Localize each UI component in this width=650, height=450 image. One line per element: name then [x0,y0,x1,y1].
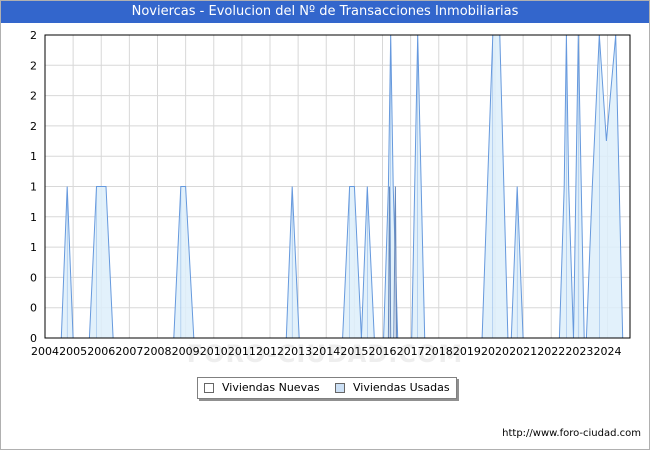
x-tick-label: 2021 [509,345,537,358]
y-tick-label: 1 [30,181,37,194]
x-tick-label: 2005 [59,345,87,358]
footer-url: http://www.foro-ciudad.com [502,428,641,439]
y-tick-label: 2 [30,29,37,42]
x-tick-label: 2006 [87,345,115,358]
x-tick-label: 2017 [397,345,425,358]
x-tick-label: 2012 [256,345,284,358]
y-tick-label: 1 [30,211,37,224]
x-tick-label: 2007 [115,345,143,358]
y-tick-label: 0 [30,271,37,284]
legend-label-usadas: Viviendas Usadas [353,381,450,394]
y-tick-label: 1 [30,241,37,254]
chart-legend: Viviendas Nuevas Viviendas Usadas [197,377,457,399]
x-tick-label: 2016 [369,345,397,358]
y-tick-label: 2 [30,90,37,103]
x-tick-label: 2010 [200,345,228,358]
x-tick-label: 2022 [537,345,565,358]
x-tick-label: 2019 [453,345,481,358]
y-tick-label: 1 [30,150,37,163]
x-tick-label: 2018 [425,345,453,358]
x-tick-label: 2024 [594,345,622,358]
x-tick-label: 2009 [172,345,200,358]
y-tick-label: 2 [30,59,37,72]
y-tick-label: 0 [30,332,37,345]
legend-swatch-usadas [335,383,345,393]
x-tick-label: 2004 [31,345,59,358]
legend-label-nuevas: Viviendas Nuevas [222,381,320,394]
x-tick-label: 2023 [565,345,593,358]
x-tick-label: 2015 [340,345,368,358]
x-tick-label: 2011 [228,345,256,358]
x-tick-label: 2014 [312,345,340,358]
x-tick-label: 2020 [481,345,509,358]
x-tick-label: 2013 [284,345,312,358]
x-tick-label: 2008 [144,345,172,358]
legend-swatch-nuevas [204,383,214,393]
y-tick-label: 0 [30,302,37,315]
y-tick-label: 2 [30,120,37,133]
